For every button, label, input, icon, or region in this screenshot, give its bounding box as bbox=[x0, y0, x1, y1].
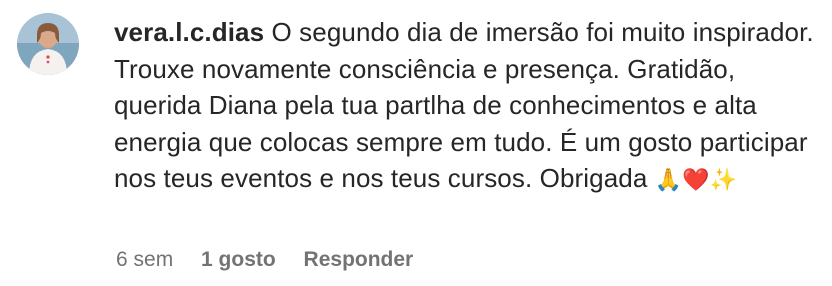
avatar-image bbox=[17, 13, 79, 75]
comment-body: vera.l.c.dias O segundo dia de imersão f… bbox=[114, 14, 814, 199]
avatar[interactable] bbox=[17, 13, 79, 75]
comment-actions: 6 sem 1 gosto Responder bbox=[116, 248, 435, 272]
comment: vera.l.c.dias O segundo dia de imersão f… bbox=[0, 0, 832, 286]
likes-count-button[interactable]: 1 gosto bbox=[201, 248, 276, 271]
reply-button[interactable]: Responder bbox=[304, 248, 414, 271]
username-link[interactable]: vera.l.c.dias bbox=[114, 17, 264, 47]
comment-emojis: 🙏❤️✨ bbox=[654, 167, 738, 192]
comment-timestamp[interactable]: 6 sem bbox=[116, 248, 173, 271]
comment-text-block: vera.l.c.dias O segundo dia de imersão f… bbox=[114, 14, 814, 199]
